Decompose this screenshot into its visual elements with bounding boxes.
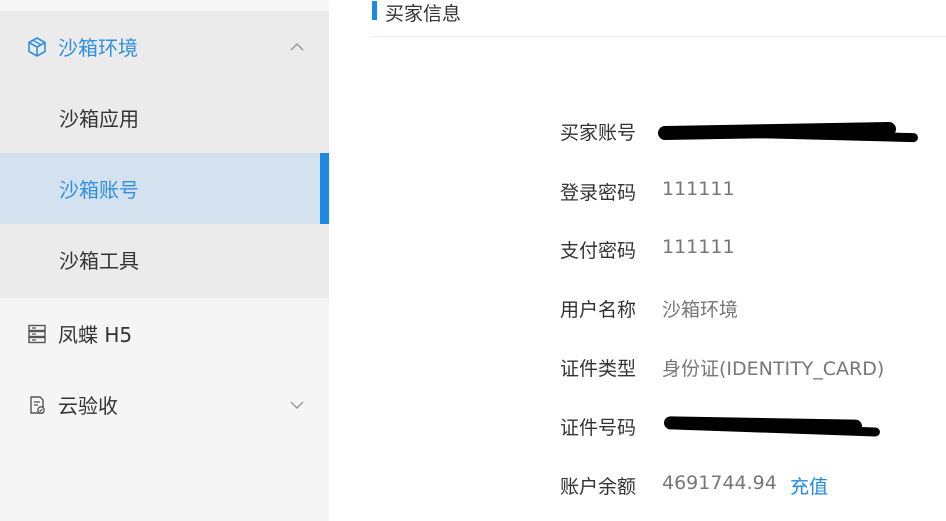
field-label: 证件号码 [560,417,637,439]
field-balance: 账户余额 4691744.94 充值 [560,472,946,502]
field-value: 111111 [662,236,735,258]
field-buyer-account: 买家账号 [560,118,946,148]
field-label: 买家账号 [560,122,637,144]
field-id-number: 证件号码 [560,413,946,443]
field-value: 4691744.94 [662,472,777,494]
field-user-name: 用户名称 沙箱环境 [560,295,946,325]
field-label: 账户余额 [560,476,637,498]
chevron-down-icon[interactable] [289,397,305,413]
sidebar-subitem-sandbox-account[interactable]: 沙箱账号 [0,153,329,224]
sidebar: 沙箱环境 沙箱应用 沙箱账号 沙箱工具 凤蝶 H5 云验收 [0,0,329,521]
sidebar-top-gap [0,0,329,11]
sidebar-item-fengdie-h5[interactable]: 凤蝶 H5 [0,298,329,369]
sidebar-subitem-label: 沙箱应用 [59,107,139,131]
active-indicator [320,153,329,224]
server-icon [26,323,48,345]
cube-icon [26,36,48,58]
field-value: 111111 [662,178,735,200]
app-root: 沙箱环境 沙箱应用 沙箱账号 沙箱工具 凤蝶 H5 云验收 买家信息 买家账号 … [0,0,946,521]
field-id-type: 证件类型 身份证(IDENTITY_CARD) [560,354,946,384]
sidebar-subitem-label: 沙箱工具 [59,249,139,273]
sidebar-item-yunyanshou[interactable]: 云验收 [0,369,329,440]
recharge-link[interactable]: 充值 [790,472,828,499]
clipboard-icon [26,394,48,416]
field-label: 用户名称 [560,299,637,321]
section-title: 买家信息 [385,3,462,25]
field-login-password: 登录密码 111111 [560,178,946,208]
chevron-up-icon[interactable] [289,39,305,55]
sidebar-subitem-label: 沙箱账号 [59,178,139,202]
section-accent-bar [372,1,377,20]
sidebar-subitem-sandbox-tools[interactable]: 沙箱工具 [0,224,329,295]
main-content: 买家信息 买家账号 登录密码 111111 支付密码 111111 用户名称 沙… [329,0,946,521]
field-label: 证件类型 [560,358,637,380]
sidebar-item-label: 云验收 [58,394,118,418]
field-pay-password: 支付密码 111111 [560,236,946,266]
sidebar-subitem-sandbox-app[interactable]: 沙箱应用 [0,82,329,153]
field-label: 登录密码 [560,182,637,204]
field-value: 身份证(IDENTITY_CARD) [662,358,885,380]
sidebar-item-label: 凤蝶 H5 [58,323,133,347]
field-label: 支付密码 [560,240,637,262]
section-header: 买家信息 [372,0,946,37]
sidebar-item-label: 沙箱环境 [58,36,138,60]
sidebar-item-sandbox[interactable]: 沙箱环境 [0,11,329,82]
field-value: 沙箱环境 [662,299,739,321]
